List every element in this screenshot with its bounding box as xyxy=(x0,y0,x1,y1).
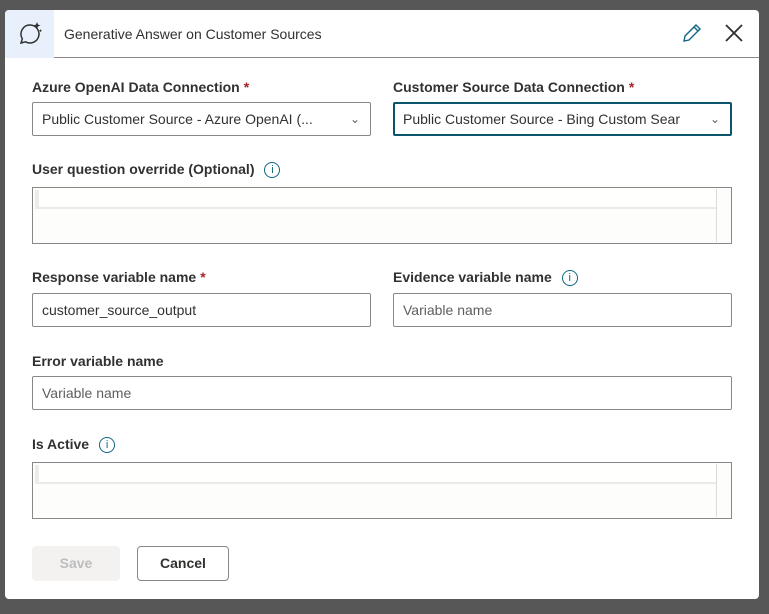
azure-openai-select[interactable]: Public Customer Source - Azure OpenAI (.… xyxy=(32,102,371,136)
user-question-label: User question override (Optional) i xyxy=(32,161,281,178)
save-button[interactable]: Save xyxy=(32,546,120,581)
error-var-input[interactable]: Variable name xyxy=(32,376,732,410)
response-var-label: Response variable name * xyxy=(32,269,206,285)
info-icon[interactable]: i xyxy=(99,437,116,453)
azure-openai-label: Azure OpenAI Data Connection * xyxy=(32,79,250,95)
dialog-header: Generative Answer on Customer Sources xyxy=(5,10,759,58)
chat-sparkle-icon xyxy=(5,10,54,58)
evidence-var-input[interactable]: Variable name xyxy=(393,293,732,327)
customer-source-select[interactable]: Public Customer Source - Bing Custom Sea… xyxy=(393,102,732,136)
chevron-down-icon: ⌄ xyxy=(349,112,360,126)
chevron-down-icon: ⌄ xyxy=(709,112,720,126)
user-question-editor[interactable] xyxy=(32,187,732,244)
info-icon[interactable]: i xyxy=(561,270,578,286)
evidence-var-label: Evidence variable name i xyxy=(393,269,578,286)
cancel-button[interactable]: Cancel xyxy=(137,546,229,581)
edit-pencil-icon[interactable] xyxy=(681,22,703,49)
info-icon[interactable]: i xyxy=(264,162,281,178)
dialog-title: Generative Answer on Customer Sources xyxy=(64,26,322,42)
dialog: Generative Answer on Customer Sources Az… xyxy=(5,10,759,599)
error-var-label: Error variable name xyxy=(32,353,164,369)
close-icon[interactable] xyxy=(723,22,745,49)
response-var-input[interactable]: customer_source_output xyxy=(32,293,371,327)
is-active-editor[interactable] xyxy=(32,462,732,519)
customer-source-label: Customer Source Data Connection * xyxy=(393,79,635,95)
is-active-label: Is Active i xyxy=(32,436,116,453)
